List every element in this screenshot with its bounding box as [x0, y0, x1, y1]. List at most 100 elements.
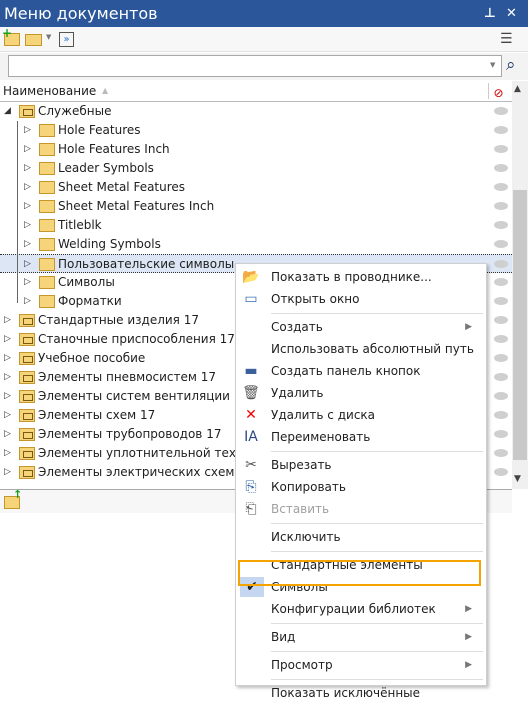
tree-item-label: Элементы систем вентиляции 17 [38, 389, 250, 403]
tree-item[interactable]: ◢ Служебные [0, 102, 512, 121]
expand-icon[interactable]: ▷ [24, 159, 34, 178]
scrollbar-thumb[interactable] [513, 190, 527, 460]
tree-item[interactable]: ▷ Sheet Metal Features Inch [0, 197, 512, 216]
menu-item[interactable]: ⎗ Вставить [236, 498, 486, 520]
expand-icon[interactable]: ▷ [24, 273, 34, 292]
eye-icon[interactable] [494, 240, 508, 248]
menu-separator [271, 313, 483, 314]
menu-item[interactable]: Использовать абсолютный путь [236, 338, 486, 360]
eye-icon[interactable] [494, 260, 508, 268]
expand-icon[interactable]: ▷ [4, 406, 14, 425]
expand-icon[interactable]: ▷ [4, 425, 14, 444]
copy-icon: ⎘ [245, 479, 257, 495]
open-folder-icon[interactable] [25, 34, 42, 46]
expand-icon[interactable]: ▷ [4, 444, 14, 463]
folder-icon [39, 162, 55, 175]
tree-item[interactable]: ▷ Welding Symbols [0, 235, 512, 254]
menu-item[interactable]: 🗑 Удалить [236, 382, 486, 404]
collapse-icon[interactable]: ◢ [4, 102, 14, 121]
menu-separator [271, 523, 483, 524]
library-icon [19, 466, 35, 479]
hidden-eye-icon[interactable]: ⊘ [488, 83, 508, 100]
close-icon[interactable]: ✕ [506, 0, 517, 27]
tree-item[interactable]: ▷ Hole Features [0, 121, 512, 140]
expand-icon[interactable]: ▷ [24, 216, 34, 235]
eye-icon[interactable] [494, 354, 508, 362]
sort-asc-icon: ▲ [102, 86, 109, 95]
add-library-icon[interactable]: + [2, 26, 20, 46]
expand-icon[interactable]: ▷ [24, 140, 34, 159]
folder-icon [39, 295, 55, 308]
library-icon [19, 447, 35, 460]
menu-item[interactable]: ▭ Открыть окно [236, 288, 486, 310]
eye-icon[interactable] [494, 164, 508, 172]
menu-item[interactable]: ✂ Вырезать [236, 454, 486, 476]
search-icon[interactable]: ⌕ [506, 55, 516, 75]
search-dropdown-icon[interactable]: ▼ [490, 61, 495, 69]
expand-icon[interactable]: ▷ [4, 330, 14, 349]
eye-icon[interactable] [494, 183, 508, 191]
menu-item[interactable]: Вид ▶ [236, 626, 486, 648]
eye-icon[interactable] [494, 335, 508, 343]
eye-icon[interactable] [494, 373, 508, 381]
scroll-down-icon[interactable]: ▼ [514, 474, 521, 484]
expand-icon[interactable]: ▷ [24, 178, 34, 197]
folder-up-icon[interactable]: ↑ [4, 488, 22, 509]
expand-icon[interactable]: ▷ [24, 235, 34, 254]
eye-icon[interactable] [494, 145, 508, 153]
expand-icon[interactable]: ▷ [4, 349, 14, 368]
menu-item[interactable]: Исключить [236, 526, 486, 548]
menu-item[interactable]: ▬ Создать панель кнопок [236, 360, 486, 382]
eye-icon[interactable] [494, 468, 508, 476]
menu-item[interactable]: IA Переименовать [236, 426, 486, 448]
expand-icon[interactable]: ▷ [24, 197, 34, 216]
menu-item[interactable]: ⎘ Копировать [236, 476, 486, 498]
tree-item-label: Стандартные изделия 17 [38, 313, 199, 327]
eye-icon[interactable] [494, 297, 508, 305]
menu-item[interactable]: ✕ Удалить с диска [236, 404, 486, 426]
expand-icon[interactable]: ▷ [4, 463, 14, 482]
folder-icon [39, 200, 55, 213]
menu-item-label: Исключить [271, 530, 341, 544]
eye-icon[interactable] [494, 392, 508, 400]
expand-icon[interactable]: ▷ [4, 387, 14, 406]
window-title: Меню документов [0, 0, 528, 27]
menu-item-label: Удалить [271, 386, 324, 400]
eye-icon[interactable] [494, 221, 508, 229]
collapse-icon[interactable]: » [59, 32, 74, 47]
eye-icon[interactable] [494, 430, 508, 438]
search-input[interactable] [8, 55, 502, 77]
eye-icon[interactable] [494, 202, 508, 210]
tree-item[interactable]: ▷ Sheet Metal Features [0, 178, 512, 197]
menu-item[interactable]: Просмотр ▶ [236, 654, 486, 676]
menu-item[interactable]: Создать ▶ [236, 316, 486, 338]
expand-icon[interactable]: ▷ [4, 311, 14, 330]
menu-separator [271, 651, 483, 652]
folder-icon [39, 219, 55, 232]
tree-item[interactable]: ▷ Hole Features Inch [0, 140, 512, 159]
eye-icon[interactable] [494, 449, 508, 457]
scroll-up-icon[interactable]: ▲ [514, 84, 521, 94]
eye-icon[interactable] [494, 278, 508, 286]
submenu-arrow-icon: ▶ [465, 660, 472, 670]
tree-item[interactable]: ▷ Leader Symbols [0, 159, 512, 178]
eye-icon[interactable] [494, 107, 508, 115]
menu-item[interactable]: Показать исключённые [236, 682, 486, 704]
expand-icon[interactable]: ▷ [24, 121, 34, 140]
expand-icon[interactable]: ▷ [24, 292, 34, 311]
view-options-icon[interactable]: ☰ [500, 31, 513, 47]
menu-item-label: Показать исключённые [271, 686, 421, 700]
tree-item[interactable]: ▷ Titleblk [0, 216, 512, 235]
dropdown-arrow-icon[interactable]: ▼ [46, 33, 51, 41]
menu-separator [271, 551, 483, 552]
menu-item[interactable]: Конфигурации библиотек ▶ [236, 598, 486, 620]
eye-icon[interactable] [494, 411, 508, 419]
pin-icon[interactable]: ⊥ [484, 0, 496, 27]
eye-icon[interactable] [494, 316, 508, 324]
eye-icon[interactable] [494, 126, 508, 134]
menu-item[interactable]: 📂 Показать в проводнике... [236, 266, 486, 288]
column-header[interactable]: Наименование ▲ ⊘ [0, 81, 512, 102]
expand-icon[interactable]: ▷ [24, 255, 34, 274]
expand-icon[interactable]: ▷ [4, 368, 14, 387]
folder-icon [39, 258, 55, 271]
